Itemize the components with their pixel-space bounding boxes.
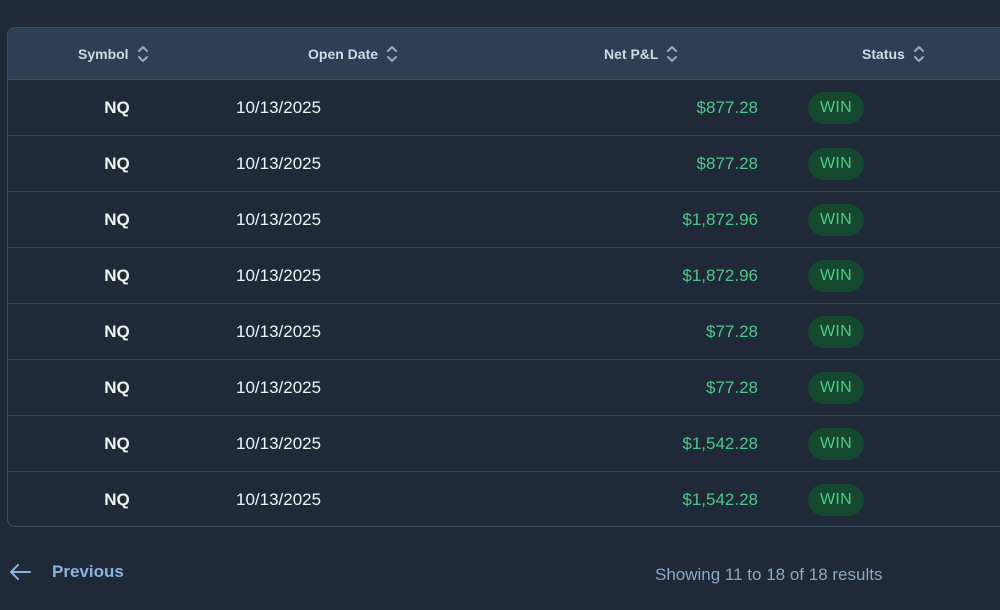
- status-badge: WIN: [808, 91, 865, 124]
- status-badge: WIN: [808, 483, 865, 516]
- status-cell: WIN: [808, 472, 865, 526]
- symbol-cell: NQ: [104, 265, 130, 285]
- sort-icon[interactable]: [386, 44, 398, 64]
- table-row[interactable]: NQ 10/13/2025 $1,872.96 WIN: [8, 192, 1000, 248]
- net-pnl-cell: $77.28: [706, 321, 758, 341]
- net-pnl-cell: $877.28: [696, 153, 758, 173]
- column-header-label: Status: [862, 46, 905, 62]
- column-header-net-pnl[interactable]: Net P&L: [604, 28, 678, 80]
- open-date-cell: 10/13/2025: [236, 433, 322, 453]
- symbol-cell: NQ: [104, 153, 130, 173]
- trades-table: Symbol Open Date Net P&L Status NQ 10/13: [7, 27, 1000, 527]
- table-row[interactable]: NQ 10/13/2025 $1,542.28 WIN: [8, 416, 1000, 472]
- open-date-cell: 10/13/2025: [236, 265, 322, 285]
- arrow-left-icon: [8, 562, 32, 582]
- previous-label: Previous: [52, 562, 124, 581]
- net-pnl-cell: $1,542.28: [682, 489, 758, 509]
- column-header-label: Open Date: [308, 46, 379, 62]
- symbol-cell: NQ: [104, 209, 130, 229]
- net-pnl-cell: $1,542.28: [682, 433, 758, 453]
- open-date-cell: 10/13/2025: [236, 489, 322, 509]
- open-date-cell: 10/13/2025: [236, 153, 322, 173]
- column-header-label: Net P&L: [604, 46, 659, 62]
- net-pnl-cell: $1,872.96: [682, 265, 758, 285]
- sort-icon[interactable]: [137, 44, 149, 64]
- column-header-symbol[interactable]: Symbol: [78, 28, 149, 80]
- status-cell: WIN: [808, 360, 865, 415]
- status-cell: WIN: [808, 136, 865, 191]
- open-date-cell: 10/13/2025: [236, 209, 322, 229]
- results-summary: Showing 11 to 18 of 18 results: [655, 565, 883, 584]
- status-badge: WIN: [808, 315, 865, 348]
- column-header-status[interactable]: Status: [862, 28, 925, 80]
- table-row[interactable]: NQ 10/13/2025 $77.28 WIN: [8, 360, 1000, 416]
- status-badge: WIN: [808, 427, 865, 460]
- status-cell: WIN: [808, 304, 865, 359]
- symbol-cell: NQ: [104, 433, 130, 453]
- status-cell: WIN: [808, 248, 865, 303]
- column-header-open-date[interactable]: Open Date: [308, 28, 398, 80]
- symbol-cell: NQ: [104, 97, 130, 117]
- status-cell: WIN: [808, 80, 865, 135]
- table-row[interactable]: NQ 10/13/2025 $77.28 WIN: [8, 304, 1000, 360]
- status-badge: WIN: [808, 259, 865, 292]
- table-row[interactable]: NQ 10/13/2025 $877.28 WIN: [8, 136, 1000, 192]
- status-badge: WIN: [808, 147, 865, 180]
- table-header: Symbol Open Date Net P&L Status: [8, 28, 1000, 80]
- open-date-cell: 10/13/2025: [236, 321, 322, 341]
- sort-icon[interactable]: [666, 44, 678, 64]
- symbol-cell: NQ: [104, 489, 130, 509]
- status-cell: WIN: [808, 416, 865, 471]
- status-cell: WIN: [808, 192, 865, 247]
- symbol-cell: NQ: [104, 377, 130, 397]
- open-date-cell: 10/13/2025: [236, 377, 322, 397]
- net-pnl-cell: $77.28: [706, 377, 758, 397]
- table-row[interactable]: NQ 10/13/2025 $1,872.96 WIN: [8, 248, 1000, 304]
- table-row[interactable]: NQ 10/13/2025 $1,542.28 WIN: [8, 472, 1000, 526]
- sort-icon[interactable]: [913, 44, 925, 64]
- status-badge: WIN: [808, 371, 865, 404]
- table-row[interactable]: NQ 10/13/2025 $877.28 WIN: [8, 80, 1000, 136]
- symbol-cell: NQ: [104, 321, 130, 341]
- open-date-cell: 10/13/2025: [236, 97, 322, 117]
- status-badge: WIN: [808, 203, 865, 236]
- net-pnl-cell: $877.28: [696, 97, 758, 117]
- previous-page-button[interactable]: Previous: [8, 562, 124, 582]
- column-header-label: Symbol: [78, 46, 129, 62]
- net-pnl-cell: $1,872.96: [682, 209, 758, 229]
